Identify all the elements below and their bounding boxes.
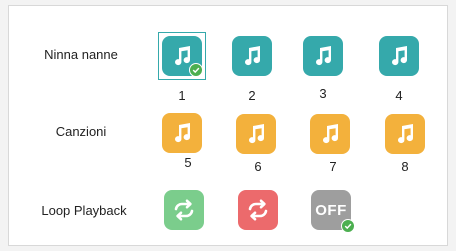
song-8-button[interactable]: [385, 114, 425, 154]
lullaby-2-button[interactable]: [232, 36, 272, 76]
music-note-icon: [318, 122, 342, 146]
loop-icon: [171, 197, 197, 223]
off-icon: OFF: [315, 201, 347, 219]
check-badge-icon: [189, 63, 203, 77]
music-note-icon: [244, 122, 268, 146]
lullaby-1-number: 1: [178, 88, 186, 103]
song-8-number: 8: [401, 159, 409, 174]
loop-icon: [245, 197, 271, 223]
lullaby-4-button[interactable]: [379, 36, 419, 76]
lullaby-3-number: 3: [319, 86, 327, 101]
loop-single-button[interactable]: [238, 190, 278, 230]
music-note-icon: [311, 44, 335, 68]
check-badge-icon: [341, 219, 355, 233]
music-note-icon: [393, 122, 417, 146]
song-5-number: 5: [184, 155, 192, 170]
loop-row-label: Loop Playback: [41, 203, 127, 218]
song-7-button[interactable]: [310, 114, 350, 154]
music-note-icon: [170, 121, 194, 145]
loop-on-button[interactable]: [164, 190, 204, 230]
lullaby-3-button[interactable]: [303, 36, 343, 76]
song-5-button[interactable]: [162, 113, 202, 153]
lullaby-2-number: 2: [248, 88, 256, 103]
lullaby-4-number: 4: [395, 88, 403, 103]
music-note-icon: [387, 44, 411, 68]
song-6-number: 6: [254, 159, 262, 174]
song-6-button[interactable]: [236, 114, 276, 154]
music-note-icon: [240, 44, 264, 68]
songs-row-label: Canzioni: [55, 124, 107, 139]
song-7-number: 7: [329, 159, 337, 174]
lullabies-row-label: Ninna nanne: [44, 47, 118, 62]
